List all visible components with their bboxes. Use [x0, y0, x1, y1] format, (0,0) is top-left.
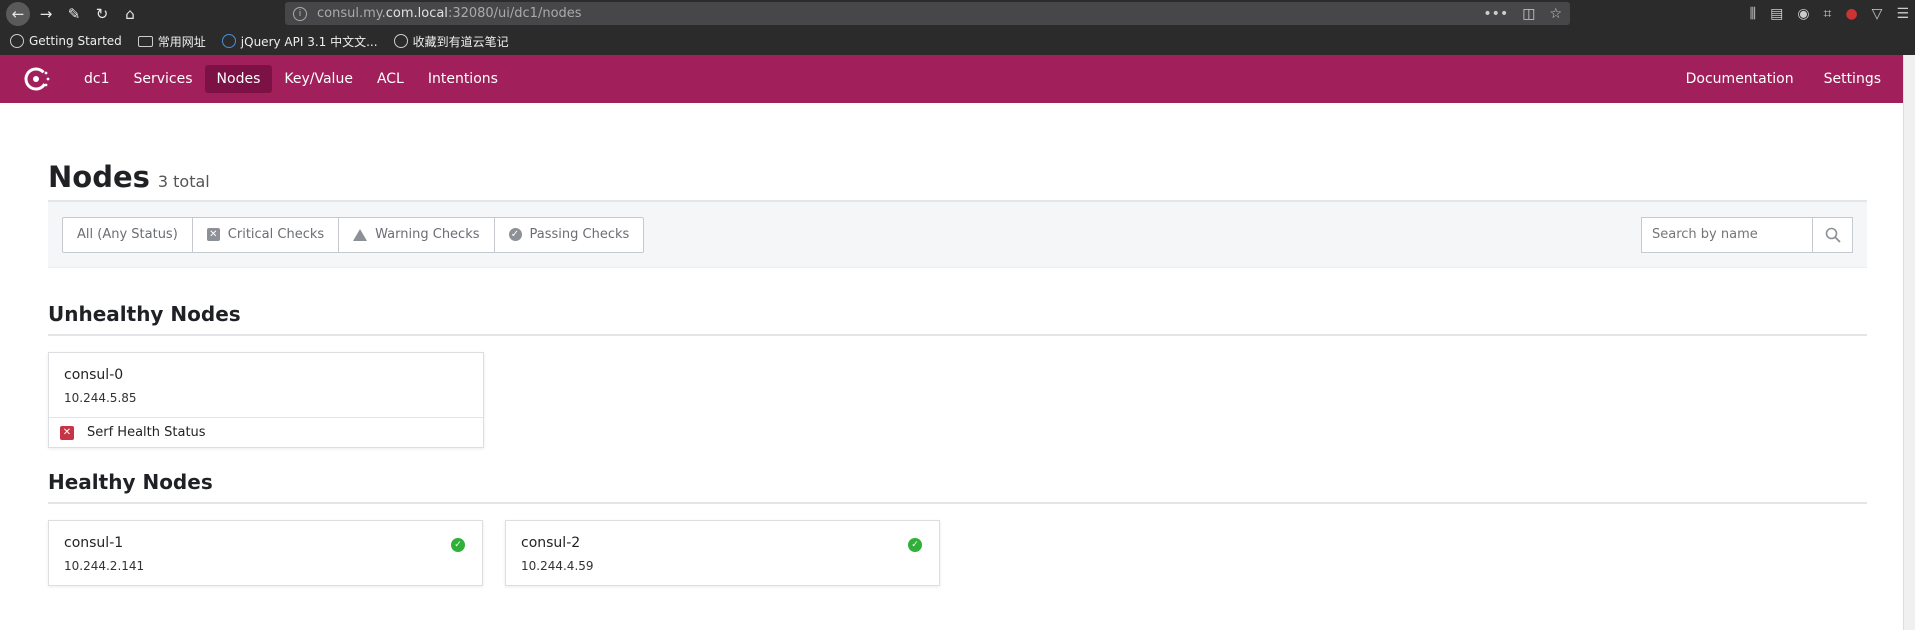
critical-icon: ✕ — [60, 425, 74, 440]
main-content: Nodes 3 total All (Any Status) ✕ Critical… — [0, 160, 1915, 586]
node-card-body: ✓ consul-2 10.244.4.59 — [506, 521, 939, 585]
node-name[interactable]: consul-2 — [521, 535, 924, 551]
node-name[interactable]: consul-0 — [64, 367, 468, 383]
filter-bar: All (Any Status) ✕ Critical Checks Warnin… — [48, 202, 1867, 268]
reload-button[interactable]: ↻ — [90, 2, 114, 26]
search-icon — [1825, 227, 1841, 243]
consul-logo-icon[interactable] — [22, 64, 52, 94]
info-icon[interactable]: i — [293, 6, 307, 21]
folder-icon — [137, 35, 153, 47]
menu-icon[interactable]: ☰ — [1896, 6, 1909, 22]
url-path: :32080/ui/dc1/nodes — [447, 6, 582, 21]
node-count: 3 total — [157, 172, 210, 191]
back-button[interactable]: ← — [6, 1, 30, 26]
node-card-body: ✓ consul-1 10.244.2.141 — [49, 521, 482, 585]
page-title: Nodes — [48, 160, 150, 194]
avatar-icon[interactable]: ◉ — [1797, 6, 1809, 22]
sidebar-icon[interactable]: ▤ — [1770, 6, 1783, 22]
url-host: com.local — [385, 6, 448, 21]
nav-documentation[interactable]: Documentation — [1674, 65, 1806, 93]
node-card-body: consul-0 10.244.5.85 — [49, 353, 483, 417]
node-card[interactable]: consul-0 10.244.5.85 ✕ Serf Health Statu… — [48, 352, 484, 448]
node-name[interactable]: consul-1 — [64, 535, 467, 551]
passing-icon: ✓ — [508, 228, 522, 241]
search-box — [1641, 216, 1853, 253]
filter-label: All (Any Status) — [77, 227, 178, 242]
bookmark-label: jQuery API 3.1 中文文... — [240, 34, 378, 49]
status-filters: All (Any Status) ✕ Critical Checks Warnin… — [62, 216, 645, 253]
bookmarks-bar: Getting Started 常用网址 jQuery API 3.1 中文文.… — [0, 27, 1915, 55]
search-button[interactable] — [1812, 217, 1852, 252]
more-icon[interactable]: ••• — [1483, 6, 1508, 22]
globe-icon — [10, 34, 24, 48]
bookmark-getting-started[interactable]: Getting Started — [10, 34, 122, 48]
bookmark-folder[interactable]: 常用网址 — [137, 33, 206, 50]
node-address: 10.244.5.85 — [64, 391, 137, 405]
browser-chrome: ← → ✎ ↻ ⌂ i consul.my. com.local:32080/ui… — [0, 0, 1915, 55]
url-bar[interactable]: i consul.my. com.local:32080/ui/dc1/nodes… — [285, 2, 1570, 25]
filter-critical[interactable]: ✕ Critical Checks — [193, 217, 340, 252]
pocket-icon[interactable]: ◫ — [1522, 6, 1535, 22]
nav-acl[interactable]: ACL — [365, 65, 416, 93]
globe-icon — [393, 34, 408, 48]
consul-nav: dc1 Services Nodes Key/Value ACL Intenti… — [0, 55, 1915, 103]
bookmark-star-icon[interactable]: ☆ — [1549, 6, 1562, 22]
node-card[interactable]: ✓ consul-1 10.244.2.141 — [48, 520, 483, 586]
filter-label: Passing Checks — [529, 227, 630, 242]
filter-passing[interactable]: ✓ Passing Checks — [495, 218, 644, 252]
nav-settings[interactable]: Settings — [1812, 65, 1893, 93]
passing-icon: ✓ — [451, 538, 465, 552]
passing-icon: ✓ — [908, 538, 922, 552]
check-name: Serf Health Status — [87, 425, 206, 440]
ublock-icon[interactable]: ● — [1845, 6, 1857, 22]
node-address: 10.244.4.59 — [521, 559, 594, 573]
unhealthy-node-list: consul-0 10.244.5.85 ✕ Serf Health Statu… — [48, 352, 1867, 448]
search-input[interactable] — [1642, 217, 1812, 252]
page-header: Nodes 3 total — [48, 160, 1867, 202]
healthy-node-list: ✓ consul-1 10.244.2.141 ✓ consul-2 10.24… — [48, 520, 1867, 586]
node-address: 10.244.2.141 — [64, 559, 145, 573]
unhealthy-section-title: Unhealthy Nodes — [48, 302, 1867, 336]
bookmark-jquery[interactable]: jQuery API 3.1 中文文... — [221, 33, 378, 50]
browser-toolbar: ← → ✎ ↻ ⌂ i consul.my. com.local:32080/ui… — [0, 0, 1915, 27]
nav-key-value[interactable]: Key/Value — [272, 65, 365, 93]
forward-button[interactable]: → — [34, 2, 58, 26]
nav-datacenter[interactable]: dc1 — [72, 65, 122, 93]
library-icon[interactable]: ⫼ — [1750, 6, 1756, 22]
home-button[interactable]: ⌂ — [118, 2, 142, 26]
wrench-icon[interactable]: ✎ — [62, 2, 86, 26]
healthy-section-title: Healthy Nodes — [48, 470, 1867, 504]
bookmark-label: 收藏到有道云笔记 — [412, 34, 509, 49]
bookmark-label: 常用网址 — [157, 34, 206, 49]
bookmark-youdao[interactable]: 收藏到有道云笔记 — [393, 33, 509, 50]
url-host-prefix: consul.my. — [317, 6, 386, 21]
filter-warning[interactable]: Warning Checks — [339, 217, 495, 252]
jquery-icon — [221, 34, 236, 48]
bookmark-label: Getting Started — [29, 34, 122, 48]
filter-label: Warning Checks — [375, 227, 480, 242]
node-card[interactable]: ✓ consul-2 10.244.4.59 — [505, 520, 940, 586]
filter-all[interactable]: All (Any Status) — [63, 217, 193, 252]
vue-icon[interactable]: ▽ — [1872, 6, 1883, 22]
nav-services[interactable]: Services — [122, 65, 205, 93]
critical-icon: ✕ — [206, 228, 220, 241]
failing-check[interactable]: ✕ Serf Health Status — [49, 417, 483, 447]
nav-nodes[interactable]: Nodes — [204, 65, 273, 93]
warning-icon — [353, 228, 368, 241]
filter-label: Critical Checks — [227, 227, 325, 242]
nav-intentions[interactable]: Intentions — [416, 65, 510, 93]
crop-icon[interactable]: ⌗ — [1824, 6, 1832, 22]
